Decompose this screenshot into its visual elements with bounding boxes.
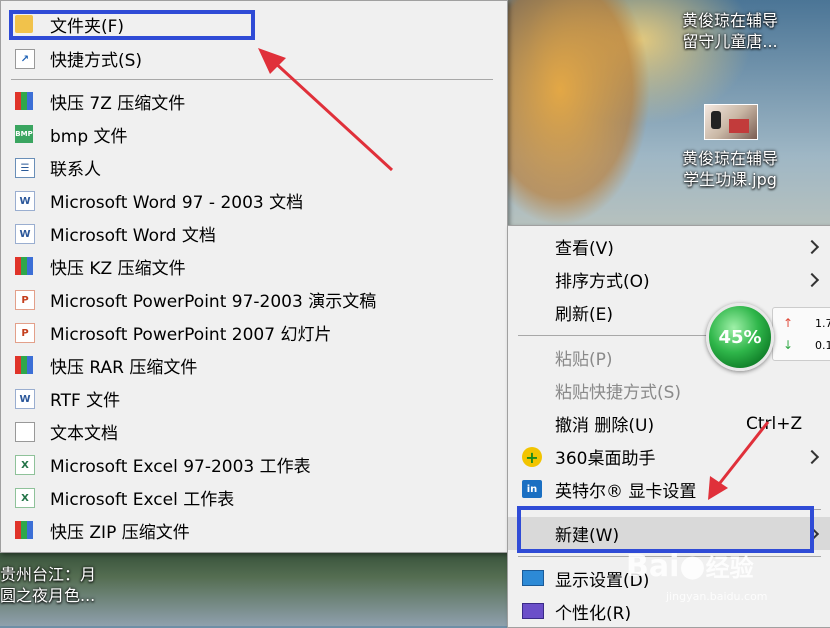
new-submenu-item[interactable]: 快压 ZIP 压缩文件	[1, 514, 507, 547]
new-submenu-item-label: 文本文档	[50, 424, 118, 444]
desktop-icon-label-1[interactable]: 黄俊琼在辅导 留守儿童唐...	[668, 10, 792, 52]
menu-item-paste-shortcut-label: 粘贴快捷方式(S)	[555, 383, 682, 403]
new-submenu-item[interactable]: X Microsoft Excel 工作表	[1, 481, 507, 514]
memory-usage-percent: 45%	[718, 326, 762, 348]
watermark-url: jingyan.baidu.com	[666, 590, 768, 603]
menu-item-refresh-label: 刷新(E)	[555, 305, 614, 325]
new-submenu-item[interactable]: 快压 RAR 压缩文件	[1, 349, 507, 382]
download-arrow-icon: ↓	[783, 338, 794, 352]
new-submenu-item-label: 快压 ZIP 压缩文件	[50, 523, 190, 543]
watermark-brand-2: 经验	[705, 554, 754, 582]
new-submenu-item[interactable]: 快压 7Z 压缩文件	[1, 85, 507, 118]
new-submenu-item[interactable]: ☰ 联系人	[1, 151, 507, 184]
new-submenu-item[interactable]: P Microsoft PowerPoint 97-2003 演示文稿	[1, 283, 507, 316]
chevron-right-icon	[804, 449, 820, 465]
360-plus-icon: +	[522, 447, 542, 467]
menu-item-intel-graphics[interactable]: in 英特尔® 显卡设置	[508, 473, 830, 506]
new-submenu-item-label: Microsoft PowerPoint 97-2003 演示文稿	[50, 292, 377, 312]
desktop-icon-label-3-line2: 圆之夜月色...	[0, 586, 96, 605]
menu-item-view-label: 查看(V)	[555, 239, 614, 259]
desktop-icon-label-3[interactable]: 贵州台江：月 圆之夜月色...	[0, 564, 110, 606]
excel-icon: X	[15, 455, 35, 475]
baidu-watermark: Bai●经验	[626, 548, 754, 584]
menu-item-paste-label: 粘贴(P)	[555, 350, 613, 370]
new-submenu-item[interactable]: 快压 KZ 压缩文件	[1, 250, 507, 283]
kuaiya-archive-icon	[15, 521, 33, 539]
new-submenu-item[interactable]: W RTF 文件	[1, 382, 507, 415]
personalize-brush-icon	[522, 603, 544, 619]
text-file-icon	[15, 422, 35, 442]
word-doc-icon: W	[15, 224, 35, 244]
new-submenu-item-label: Microsoft Excel 97-2003 工作表	[50, 457, 311, 477]
new-submenu-item[interactable]: W Microsoft Word 97 - 2003 文档	[1, 184, 507, 217]
new-submenu: 文件夹(F) ↗ 快捷方式(S) 快压 7Z 压缩文件 BMP bmp 文件 ☰ 联系人 W Mi…	[0, 0, 508, 553]
download-speed-value: 0.1	[815, 339, 830, 352]
network-speed-panel[interactable]: ↑ 1.7 ↓ 0.1	[772, 307, 830, 361]
new-submenu-item-label: 快压 RAR 压缩文件	[50, 358, 198, 378]
highlight-folder-box	[9, 10, 255, 40]
upload-speed-value: 1.7	[815, 317, 830, 330]
new-submenu-item[interactable]: ↗ 快捷方式(S)	[1, 42, 507, 75]
new-submenu-item-label: RTF 文件	[50, 391, 121, 411]
word-doc-icon: W	[15, 191, 35, 211]
menu-item-undo-delete[interactable]: 撤消 删除(U) Ctrl+Z	[508, 407, 830, 440]
new-submenu-item-label: 联系人	[50, 160, 101, 180]
new-submenu-item-label: Microsoft PowerPoint 2007 幻灯片	[50, 325, 332, 345]
new-submenu-item-label: 快压 7Z 压缩文件	[50, 94, 186, 114]
rtf-file-icon: W	[15, 389, 35, 409]
new-submenu-item-label: Microsoft Excel 工作表	[50, 490, 235, 510]
watermark-brand: Bai	[626, 549, 680, 584]
menu-item-paste-shortcut[interactable]: 粘贴快捷方式(S)	[508, 374, 830, 407]
new-submenu-item[interactable]: W Microsoft Word 文档	[1, 217, 507, 250]
menu-item-360-desktop[interactable]: + 360桌面助手	[508, 440, 830, 473]
new-submenu-item-label: 快压 KZ 压缩文件	[50, 259, 186, 279]
new-submenu-item[interactable]: BMP bmp 文件	[1, 118, 507, 151]
new-submenu-item-label: Microsoft Word 文档	[50, 226, 216, 246]
menu-item-sort-label: 排序方式(O)	[555, 272, 650, 292]
new-submenu-item-label: bmp 文件	[50, 127, 128, 147]
desktop-icon-label-1-line2: 留守儿童唐...	[682, 32, 778, 51]
desktop-icon-label-2-line2: 学生功课.jpg	[683, 170, 777, 189]
menu-item-sort[interactable]: 排序方式(O)	[508, 263, 830, 296]
menu-item-undo-label: 撤消 删除(U)	[555, 416, 655, 436]
menu-item-undo-shortcut: Ctrl+Z	[746, 413, 803, 434]
powerpoint-icon: P	[15, 290, 35, 310]
intel-graphics-icon: in	[522, 480, 542, 498]
menu-item-360-label: 360桌面助手	[555, 449, 656, 469]
new-submenu-item-label: 快捷方式(S)	[50, 51, 143, 71]
chevron-right-icon	[804, 272, 820, 288]
menu-item-view[interactable]: 查看(V)	[508, 230, 830, 263]
kuaiya-archive-icon	[15, 92, 33, 110]
desktop-icon-label-2[interactable]: 黄俊琼在辅导 学生功课.jpg	[668, 148, 792, 190]
menu-item-intel-label: 英特尔® 显卡设置	[555, 482, 697, 502]
contact-icon: ☰	[15, 158, 35, 178]
paw-icon: ●	[679, 549, 706, 584]
submenu-separator	[11, 79, 493, 80]
new-submenu-item[interactable]: 文本文档	[1, 415, 507, 448]
upload-arrow-icon: ↑	[783, 316, 794, 330]
desktop-icon-label-1-line1: 黄俊琼在辅导	[681, 11, 778, 30]
memory-usage-ball[interactable]: 45%	[706, 303, 774, 371]
excel-icon: X	[15, 488, 35, 508]
powerpoint-icon: P	[15, 323, 35, 343]
shortcut-icon: ↗	[15, 49, 35, 69]
desktop-icon-label-3-line1: 贵州台江：月	[0, 565, 97, 584]
desktop-image-thumbnail[interactable]	[704, 104, 758, 140]
new-submenu-item-label: Microsoft Word 97 - 2003 文档	[50, 193, 304, 213]
new-submenu-item[interactable]: X Microsoft Excel 97-2003 工作表	[1, 448, 507, 481]
display-monitor-icon	[522, 570, 544, 586]
kuaiya-archive-icon	[15, 356, 33, 374]
new-submenu-item[interactable]: P Microsoft PowerPoint 2007 幻灯片	[1, 316, 507, 349]
highlight-new-box	[517, 506, 814, 553]
chevron-right-icon	[804, 239, 820, 255]
kuaiya-archive-icon	[15, 257, 33, 275]
desktop-icon-label-2-line1: 黄俊琼在辅导	[681, 149, 778, 168]
menu-item-personalize-label: 个性化(R)	[555, 604, 632, 624]
bmp-file-icon: BMP	[15, 125, 33, 143]
